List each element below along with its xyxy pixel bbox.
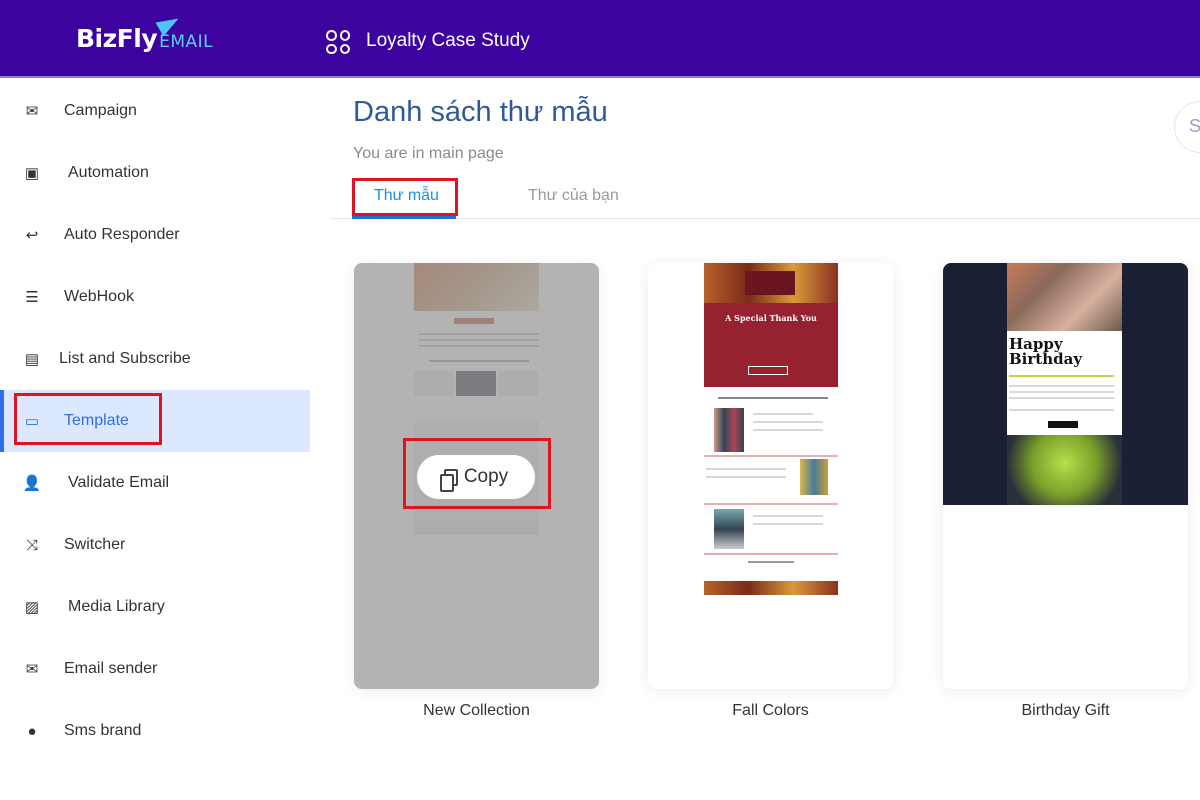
highlight-box	[403, 438, 551, 509]
apps-grid-icon[interactable]	[326, 30, 350, 54]
template-card-birthday-gift[interactable]: Happy Birthday	[943, 263, 1188, 689]
active-tab-indicator	[352, 216, 456, 219]
sidebar-item-label: Email sender	[64, 660, 158, 677]
preview-image	[1007, 263, 1122, 331]
sidebar-item-webhook[interactable]: ☰ WebHook	[0, 266, 310, 328]
template-name: Fall Colors	[732, 702, 809, 719]
sidebar-item-label: Campaign	[64, 102, 137, 119]
sidebar-item-auto-responder[interactable]: ↩ Auto Responder	[0, 204, 310, 266]
sidebar-item-email-sender[interactable]: ✉ Email sender	[0, 638, 310, 700]
sidebar-item-label: Validate Email	[68, 474, 170, 491]
sidebar-item-label: Media Library	[68, 598, 165, 615]
preview-heading: Happy Birthday	[1009, 335, 1083, 368]
tab-divider	[330, 218, 1200, 219]
images-icon: ▨	[24, 599, 40, 616]
sidebar-item-automation[interactable]: ▣ Automation	[0, 142, 310, 204]
preview-heading: A Special Thank You	[725, 313, 817, 323]
tab-thu-cua-ban[interactable]: Thư của bạn	[528, 187, 619, 205]
template-name: Birthday Gift	[1021, 702, 1110, 719]
envelope-outline-icon: ✉	[25, 661, 39, 678]
highlight-box	[352, 178, 458, 216]
sidebar-item-media-library[interactable]: ▨ Media Library	[0, 576, 310, 638]
user-check-icon: 👤	[22, 475, 42, 492]
chat-icon: ●	[27, 722, 37, 740]
template-name: New Collection	[423, 702, 530, 719]
highlight-box	[14, 393, 162, 445]
bizfly-logo[interactable]: BizFly EMAIL	[76, 11, 213, 53]
sidebar-item-label: List and Subscribe	[59, 350, 191, 367]
sidebar-item-validate-email[interactable]: 👤 Validate Email	[0, 452, 310, 514]
sidebar-item-label: Switcher	[64, 536, 126, 553]
template-card-fall-colors[interactable]: A Special Thank You	[648, 263, 893, 689]
reply-all-icon: ↩	[25, 227, 39, 244]
sidebar-item-label: Sms brand	[64, 722, 142, 739]
envelope-icon: ✉	[25, 103, 39, 120]
project-title[interactable]: Loyalty Case Study	[366, 30, 530, 52]
robot-icon: ▣	[24, 165, 40, 182]
clipboard-icon: ▤	[24, 351, 40, 368]
sidebar-item-campaign[interactable]: ✉ Campaign	[0, 80, 310, 142]
search-input[interactable]: S	[1174, 101, 1200, 153]
server-icon: ☰	[25, 289, 39, 306]
sidebar-item-list-subscribe[interactable]: ▤ List and Subscribe	[0, 328, 310, 390]
page-title: Danh sách thư mẫu	[353, 96, 608, 128]
sidebar-item-sms-brand[interactable]: ● Sms brand	[0, 700, 310, 762]
shuffle-icon: ⤨	[25, 536, 38, 554]
sidebar-item-label: Auto Responder	[64, 226, 180, 243]
sidebar-item-label: WebHook	[64, 288, 134, 305]
top-bar: BizFly EMAIL Loyalty Case Study	[0, 0, 1200, 78]
sidebar-item-switcher[interactable]: ⤨ Switcher	[0, 514, 310, 576]
sidebar-item-label: Automation	[68, 164, 149, 181]
breadcrumb: You are in main page	[353, 145, 504, 162]
